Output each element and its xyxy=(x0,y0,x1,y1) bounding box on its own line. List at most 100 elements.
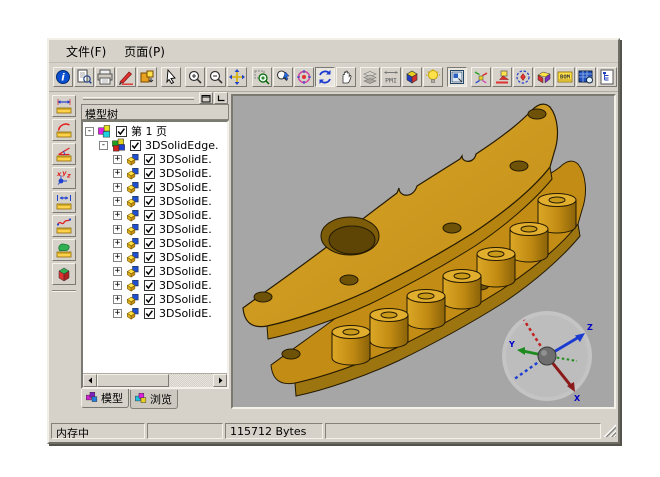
hide-icon xyxy=(215,93,227,104)
visibility-checkbox[interactable] xyxy=(144,182,155,193)
measure-distance-button[interactable] xyxy=(52,95,76,117)
expand-expander[interactable]: + xyxy=(113,225,122,234)
collapse-expander[interactable]: - xyxy=(85,127,94,136)
scroll-thumb[interactable] xyxy=(97,374,169,387)
visibility-checkbox[interactable] xyxy=(144,210,155,221)
tree-row[interactable]: +3DSolidE. xyxy=(85,278,227,292)
scroll-left-button[interactable] xyxy=(83,374,97,387)
status-blank2 xyxy=(325,423,601,439)
report-button[interactable] xyxy=(576,67,596,87)
report-table-icon xyxy=(578,69,594,85)
menu-file[interactable]: 文件(F) xyxy=(57,40,115,63)
rotate-target-button[interactable] xyxy=(294,67,314,87)
panel-grip[interactable] xyxy=(83,97,194,100)
visibility-checkbox[interactable] xyxy=(144,154,155,165)
tree-row[interactable]: +3DSolidE. xyxy=(85,208,227,222)
panel-float-button[interactable] xyxy=(199,92,213,104)
select-button[interactable] xyxy=(161,67,181,87)
layers-button[interactable] xyxy=(360,67,380,87)
tree-row[interactable]: +3DSolidE. xyxy=(85,292,227,306)
model-tree[interactable]: -第 1 页-3DSolidEdge.+3DSolidE.+3DSolidE.+… xyxy=(83,122,227,373)
expand-expander[interactable]: + xyxy=(113,197,122,206)
print-button[interactable] xyxy=(95,67,115,87)
model-tree-panel-button[interactable] xyxy=(447,67,467,87)
check-icon xyxy=(145,295,154,304)
snapshot-button[interactable] xyxy=(137,67,157,87)
tree-row[interactable]: +3DSolidE. xyxy=(85,236,227,250)
scroll-track[interactable] xyxy=(97,374,213,387)
pan-button[interactable] xyxy=(336,67,356,87)
visibility-checkbox[interactable] xyxy=(144,294,155,305)
tree-row[interactable]: -3DSolidEdge. xyxy=(85,138,227,152)
render-mode-button[interactable] xyxy=(402,67,422,87)
tree-row[interactable]: +3DSolidE. xyxy=(85,222,227,236)
measure-toolbar: xyz xyxy=(49,92,79,409)
part-icon xyxy=(125,194,141,209)
visibility-checkbox[interactable] xyxy=(130,140,141,151)
tree-row[interactable]: +3DSolidE. xyxy=(85,306,227,320)
zoom-window-button[interactable] xyxy=(252,67,272,87)
expand-expander[interactable]: + xyxy=(113,155,122,164)
visibility-checkbox[interactable] xyxy=(144,196,155,207)
section-button[interactable] xyxy=(534,67,554,87)
visibility-checkbox[interactable] xyxy=(144,280,155,291)
expand-expander[interactable]: + xyxy=(113,169,122,178)
expand-expander[interactable]: + xyxy=(113,253,122,262)
measure-arc-button[interactable] xyxy=(52,119,76,141)
lighting-button[interactable] xyxy=(423,67,443,87)
expand-expander[interactable]: + xyxy=(113,211,122,220)
markup-button[interactable] xyxy=(116,67,136,87)
visibility-checkbox[interactable] xyxy=(144,308,155,319)
zoom-select-button[interactable] xyxy=(273,67,293,87)
svg-text:z: z xyxy=(66,172,71,180)
measure-area-button[interactable] xyxy=(52,239,76,261)
visibility-checkbox[interactable] xyxy=(144,252,155,263)
fit-window-button[interactable] xyxy=(227,67,247,87)
rotate-part-button[interactable] xyxy=(513,67,533,87)
expand-expander[interactable]: + xyxy=(113,267,122,276)
expand-expander[interactable]: + xyxy=(113,281,122,290)
rotate-view-button[interactable] xyxy=(315,67,335,87)
info-button[interactable]: i xyxy=(53,67,73,87)
tab-model[interactable]: 模型 xyxy=(81,389,129,408)
tree-row[interactable]: +3DSolidE. xyxy=(85,264,227,278)
visibility-checkbox[interactable] xyxy=(144,168,155,179)
tree-view-button[interactable] xyxy=(597,67,617,87)
panel-hide-button[interactable] xyxy=(214,92,228,104)
zoom-in-button[interactable] xyxy=(185,67,205,87)
bom-button[interactable]: BOM xyxy=(555,67,575,87)
menu-bar: 文件(F)页面(P) xyxy=(49,40,618,63)
menu-page[interactable]: 页面(P) xyxy=(115,40,174,63)
scroll-right-button[interactable] xyxy=(213,374,227,387)
measure-volume-button[interactable] xyxy=(52,263,76,285)
measure-curve-button[interactable] xyxy=(52,215,76,237)
expand-expander[interactable]: + xyxy=(113,309,122,318)
tree-row[interactable]: -第 1 页 xyxy=(85,124,227,138)
print-preview-button[interactable] xyxy=(74,67,94,87)
expand-expander[interactable]: + xyxy=(113,183,122,192)
tree-row[interactable]: +3DSolidE. xyxy=(85,194,227,208)
measure-coordinate-button[interactable]: xyz xyxy=(52,167,76,189)
visibility-checkbox[interactable] xyxy=(144,224,155,235)
expand-expander[interactable]: + xyxy=(113,295,122,304)
measure-length-button[interactable] xyxy=(52,191,76,213)
display-tools: PMI xyxy=(360,67,444,87)
collapse-expander[interactable]: - xyxy=(99,141,108,150)
measure-angle-button[interactable] xyxy=(52,143,76,165)
zoom-out-button[interactable] xyxy=(206,67,226,87)
tree-row[interactable]: +3DSolidE. xyxy=(85,180,227,194)
tree-hscrollbar[interactable] xyxy=(83,373,227,387)
viewport-3d[interactable]: Z Y X xyxy=(231,94,616,409)
pmi-button[interactable]: PMI xyxy=(381,67,401,87)
visibility-checkbox[interactable] xyxy=(144,266,155,277)
expand-expander[interactable]: + xyxy=(113,239,122,248)
move-part-button[interactable] xyxy=(492,67,512,87)
resize-grip[interactable] xyxy=(603,424,616,437)
tab-browse[interactable]: 浏览 xyxy=(130,390,178,409)
visibility-checkbox[interactable] xyxy=(144,238,155,249)
tree-row[interactable]: +3DSolidE. xyxy=(85,250,227,264)
tree-row[interactable]: +3DSolidE. xyxy=(85,152,227,166)
explode-button[interactable] xyxy=(471,67,491,87)
visibility-checkbox[interactable] xyxy=(116,126,127,137)
tree-row[interactable]: +3DSolidE. xyxy=(85,166,227,180)
